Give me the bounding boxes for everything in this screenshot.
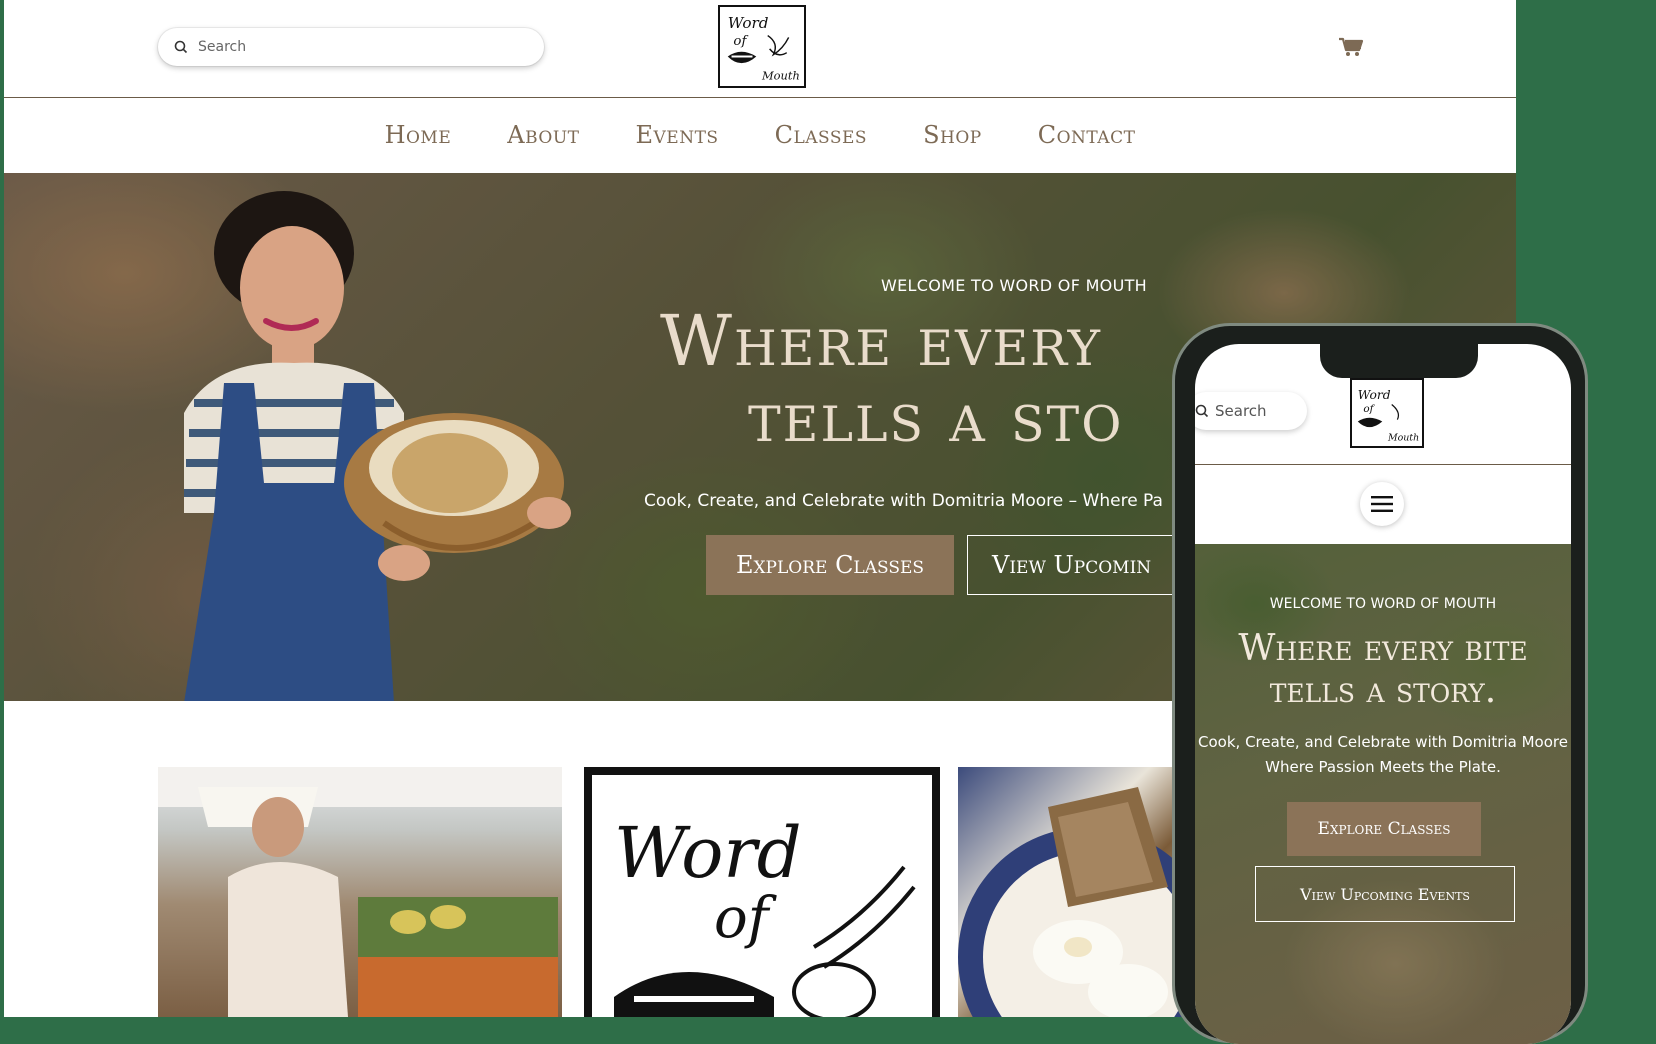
logo-text-of: of bbox=[733, 34, 748, 49]
mobile-logo[interactable]: Word of Mouth bbox=[1350, 378, 1424, 448]
main-nav: Home About Events Classes Shop Contact bbox=[4, 98, 1516, 172]
tile-logo-word: Word bbox=[614, 812, 802, 894]
mobile-logo-of: of bbox=[1363, 403, 1375, 415]
phone-notch bbox=[1320, 344, 1478, 378]
mobile-phone-mockup: Search Word of Mouth WELCOME TO WORD OF … bbox=[1172, 323, 1588, 1044]
mobile-hero-subtitle: Cook, Create, and Celebrate with Domitri… bbox=[1195, 730, 1571, 780]
mobile-logo-word: Word bbox=[1358, 388, 1391, 402]
mobile-hero-title-line-1: Where every bite bbox=[1238, 628, 1528, 669]
logo-text-mouth: Mouth bbox=[761, 68, 800, 82]
nav-shop[interactable]: Shop bbox=[923, 121, 982, 149]
logo-text-word: Word bbox=[728, 14, 769, 32]
explore-classes-button[interactable]: Explore Classes bbox=[706, 535, 954, 595]
mobile-header-divider bbox=[1195, 464, 1571, 465]
site-header: Word of Mouth bbox=[4, 0, 1516, 98]
nav-events[interactable]: Events bbox=[636, 121, 719, 149]
mobile-search-bar[interactable]: Search bbox=[1195, 392, 1307, 430]
nav-contact[interactable]: Contact bbox=[1038, 121, 1136, 149]
nav-about[interactable]: About bbox=[507, 121, 579, 149]
mobile-hero-subtitle-line-2: Where Passion Meets the Plate. bbox=[1265, 758, 1501, 776]
site-logo[interactable]: Word of Mouth bbox=[718, 5, 806, 88]
hero-portrait-image bbox=[184, 191, 571, 701]
mobile-search-icon bbox=[1195, 404, 1209, 418]
mobile-hero-eyebrow: WELCOME TO WORD OF MOUTH bbox=[1269, 596, 1497, 612]
farmers-market-photo[interactable] bbox=[158, 767, 562, 1017]
hero-eyebrow: WELCOME TO WORD OF MOUTH bbox=[881, 276, 1147, 295]
nav-home[interactable]: Home bbox=[385, 121, 452, 149]
mobile-hero-subtitle-line-1: Cook, Create, and Celebrate with Domitri… bbox=[1198, 733, 1568, 751]
cart-icon[interactable] bbox=[1338, 36, 1364, 58]
logo-tile-image[interactable]: Word of bbox=[584, 767, 940, 1017]
nav-classes[interactable]: Classes bbox=[775, 121, 867, 149]
breakfast-photo[interactable] bbox=[958, 767, 1188, 1017]
mobile-logo-mouth: Mouth bbox=[1387, 432, 1419, 443]
search-input[interactable] bbox=[196, 38, 520, 56]
mobile-search-placeholder: Search bbox=[1215, 402, 1267, 420]
mobile-hero-title-line-2: tells a story. bbox=[1269, 670, 1497, 711]
tile-logo-of: of bbox=[714, 886, 778, 951]
mobile-view-upcoming-events-button[interactable]: View Upcoming Events bbox=[1255, 866, 1515, 922]
mobile-explore-classes-button[interactable]: Explore Classes bbox=[1287, 802, 1481, 856]
hamburger-menu-icon[interactable] bbox=[1360, 482, 1404, 526]
mobile-hero-section: WELCOME TO WORD OF MOUTH Where every bit… bbox=[1195, 544, 1571, 1044]
search-bar[interactable] bbox=[158, 28, 544, 66]
mobile-hero-overlay bbox=[1195, 544, 1571, 1044]
mobile-hero-title: Where every bite tells a story. bbox=[1195, 628, 1571, 712]
mobile-screen: Search Word of Mouth WELCOME TO WORD OF … bbox=[1195, 344, 1571, 1044]
search-icon bbox=[172, 38, 190, 56]
